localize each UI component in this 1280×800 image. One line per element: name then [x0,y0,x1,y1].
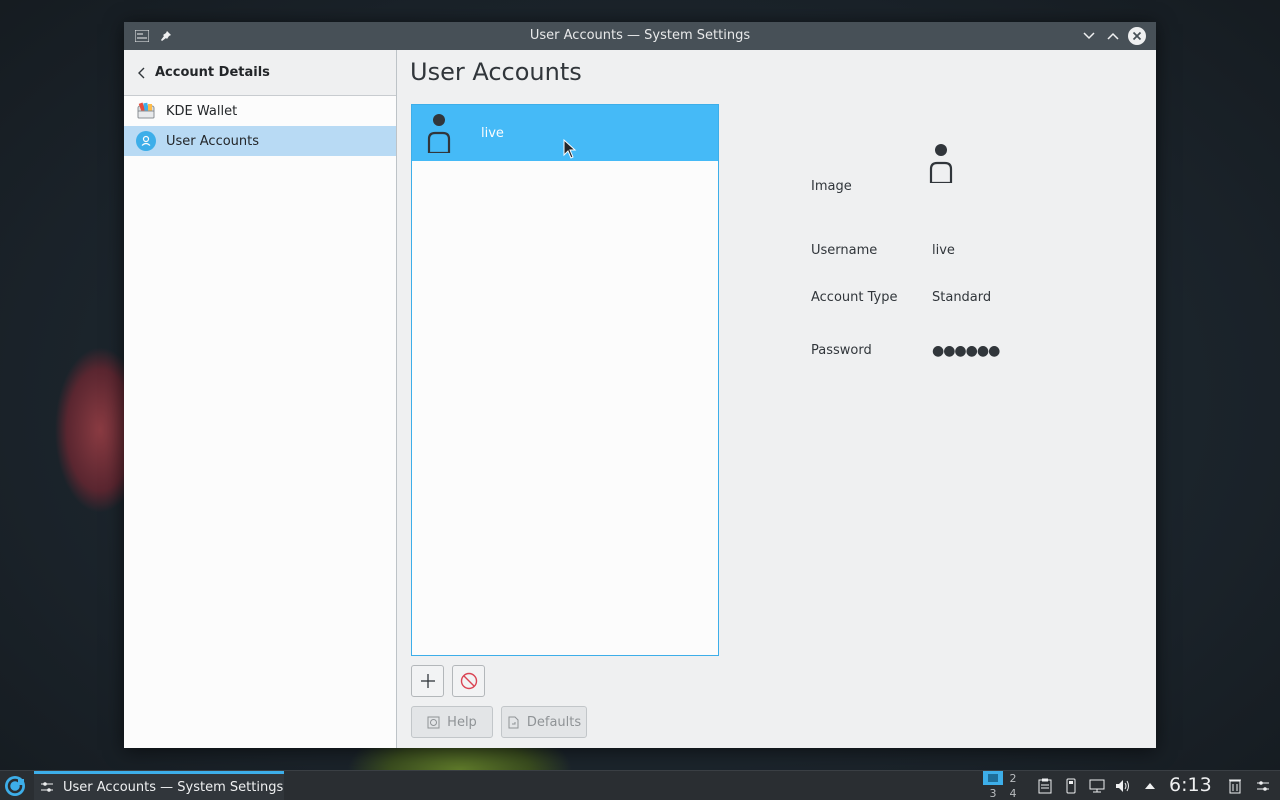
no-entry-icon [460,672,477,690]
password-label: Password [811,343,872,358]
panel-settings-icon[interactable] [1254,777,1272,795]
defaults-icon [508,716,519,728]
defaults-button[interactable]: Defaults [501,706,587,738]
minimize-button[interactable] [1080,27,1098,45]
close-button[interactable] [1128,27,1146,45]
username-label: Username [811,243,878,258]
sidebar-item-label: User Accounts [166,133,260,149]
user-avatar-icon [427,114,451,153]
sidebar-item-label: KDE Wallet [166,103,238,119]
wallet-icon [136,101,156,121]
page-title: User Accounts [410,58,582,86]
active-window-icon [988,774,998,782]
clipboard-icon[interactable] [1036,777,1054,795]
user-accounts-icon [136,131,156,151]
maximize-button[interactable] [1104,27,1122,45]
user-name: live [481,125,504,141]
desktop-2[interactable]: 2 [1003,771,1023,785]
user-list[interactable]: live [411,104,719,656]
desktop-3[interactable]: 3 [983,786,1003,800]
window-menu-icon[interactable] [134,28,150,44]
system-settings-window: User Accounts — System Settings Account … [124,22,1156,748]
window-title: User Accounts — System Settings [529,28,751,43]
help-button[interactable]: Help [411,706,493,738]
desktop-1[interactable] [983,771,1003,785]
sidebar: Account Details KDE Wallet User Accounts [124,50,397,748]
username-field[interactable]: live [932,243,955,258]
trash-icon[interactable] [1226,777,1244,795]
help-icon [427,716,440,728]
defaults-button-label: Defaults [526,714,582,730]
virtual-desktop-pager[interactable]: 2 3 4 [983,771,1023,800]
user-list-item-live[interactable]: live [412,105,718,161]
password-field[interactable]: ●●●●●● [932,343,1000,359]
taskbar: User Accounts — System Settings 2 3 4 6:… [0,770,1280,800]
sidebar-back-header[interactable]: Account Details [124,50,396,96]
sidebar-item-user-accounts[interactable]: User Accounts [124,126,396,156]
tray-expand-icon[interactable] [1141,777,1159,795]
mouse-cursor-icon [563,139,577,159]
account-type-label: Account Type [811,290,898,305]
digital-clock[interactable]: 6:13 [1169,774,1212,796]
plus-icon [420,674,435,688]
desktop-4[interactable]: 4 [1003,786,1023,800]
device-notifier-icon[interactable] [1062,777,1080,795]
close-icon [1132,31,1142,41]
user-image-button[interactable] [926,143,956,183]
main-content: User Accounts live Help Defaults Image U… [398,50,1156,748]
delete-user-button[interactable] [452,665,485,697]
sidebar-item-kde-wallet[interactable]: KDE Wallet [124,96,396,126]
task-label: User Accounts — System Settings [63,779,284,795]
back-arrow-icon[interactable] [138,67,146,79]
application-launcher-icon[interactable] [4,775,26,797]
add-user-button[interactable] [411,665,444,697]
volume-icon[interactable] [1114,777,1132,795]
system-settings-icon [40,779,56,795]
sidebar-header-title: Account Details [155,65,270,80]
pin-icon[interactable] [158,28,174,44]
help-button-label: Help [447,714,477,730]
task-system-settings[interactable]: User Accounts — System Settings [34,771,284,800]
image-label: Image [811,179,852,194]
account-type-field[interactable]: Standard [932,290,991,305]
titlebar[interactable]: User Accounts — System Settings [124,22,1156,50]
network-icon[interactable] [1088,777,1106,795]
